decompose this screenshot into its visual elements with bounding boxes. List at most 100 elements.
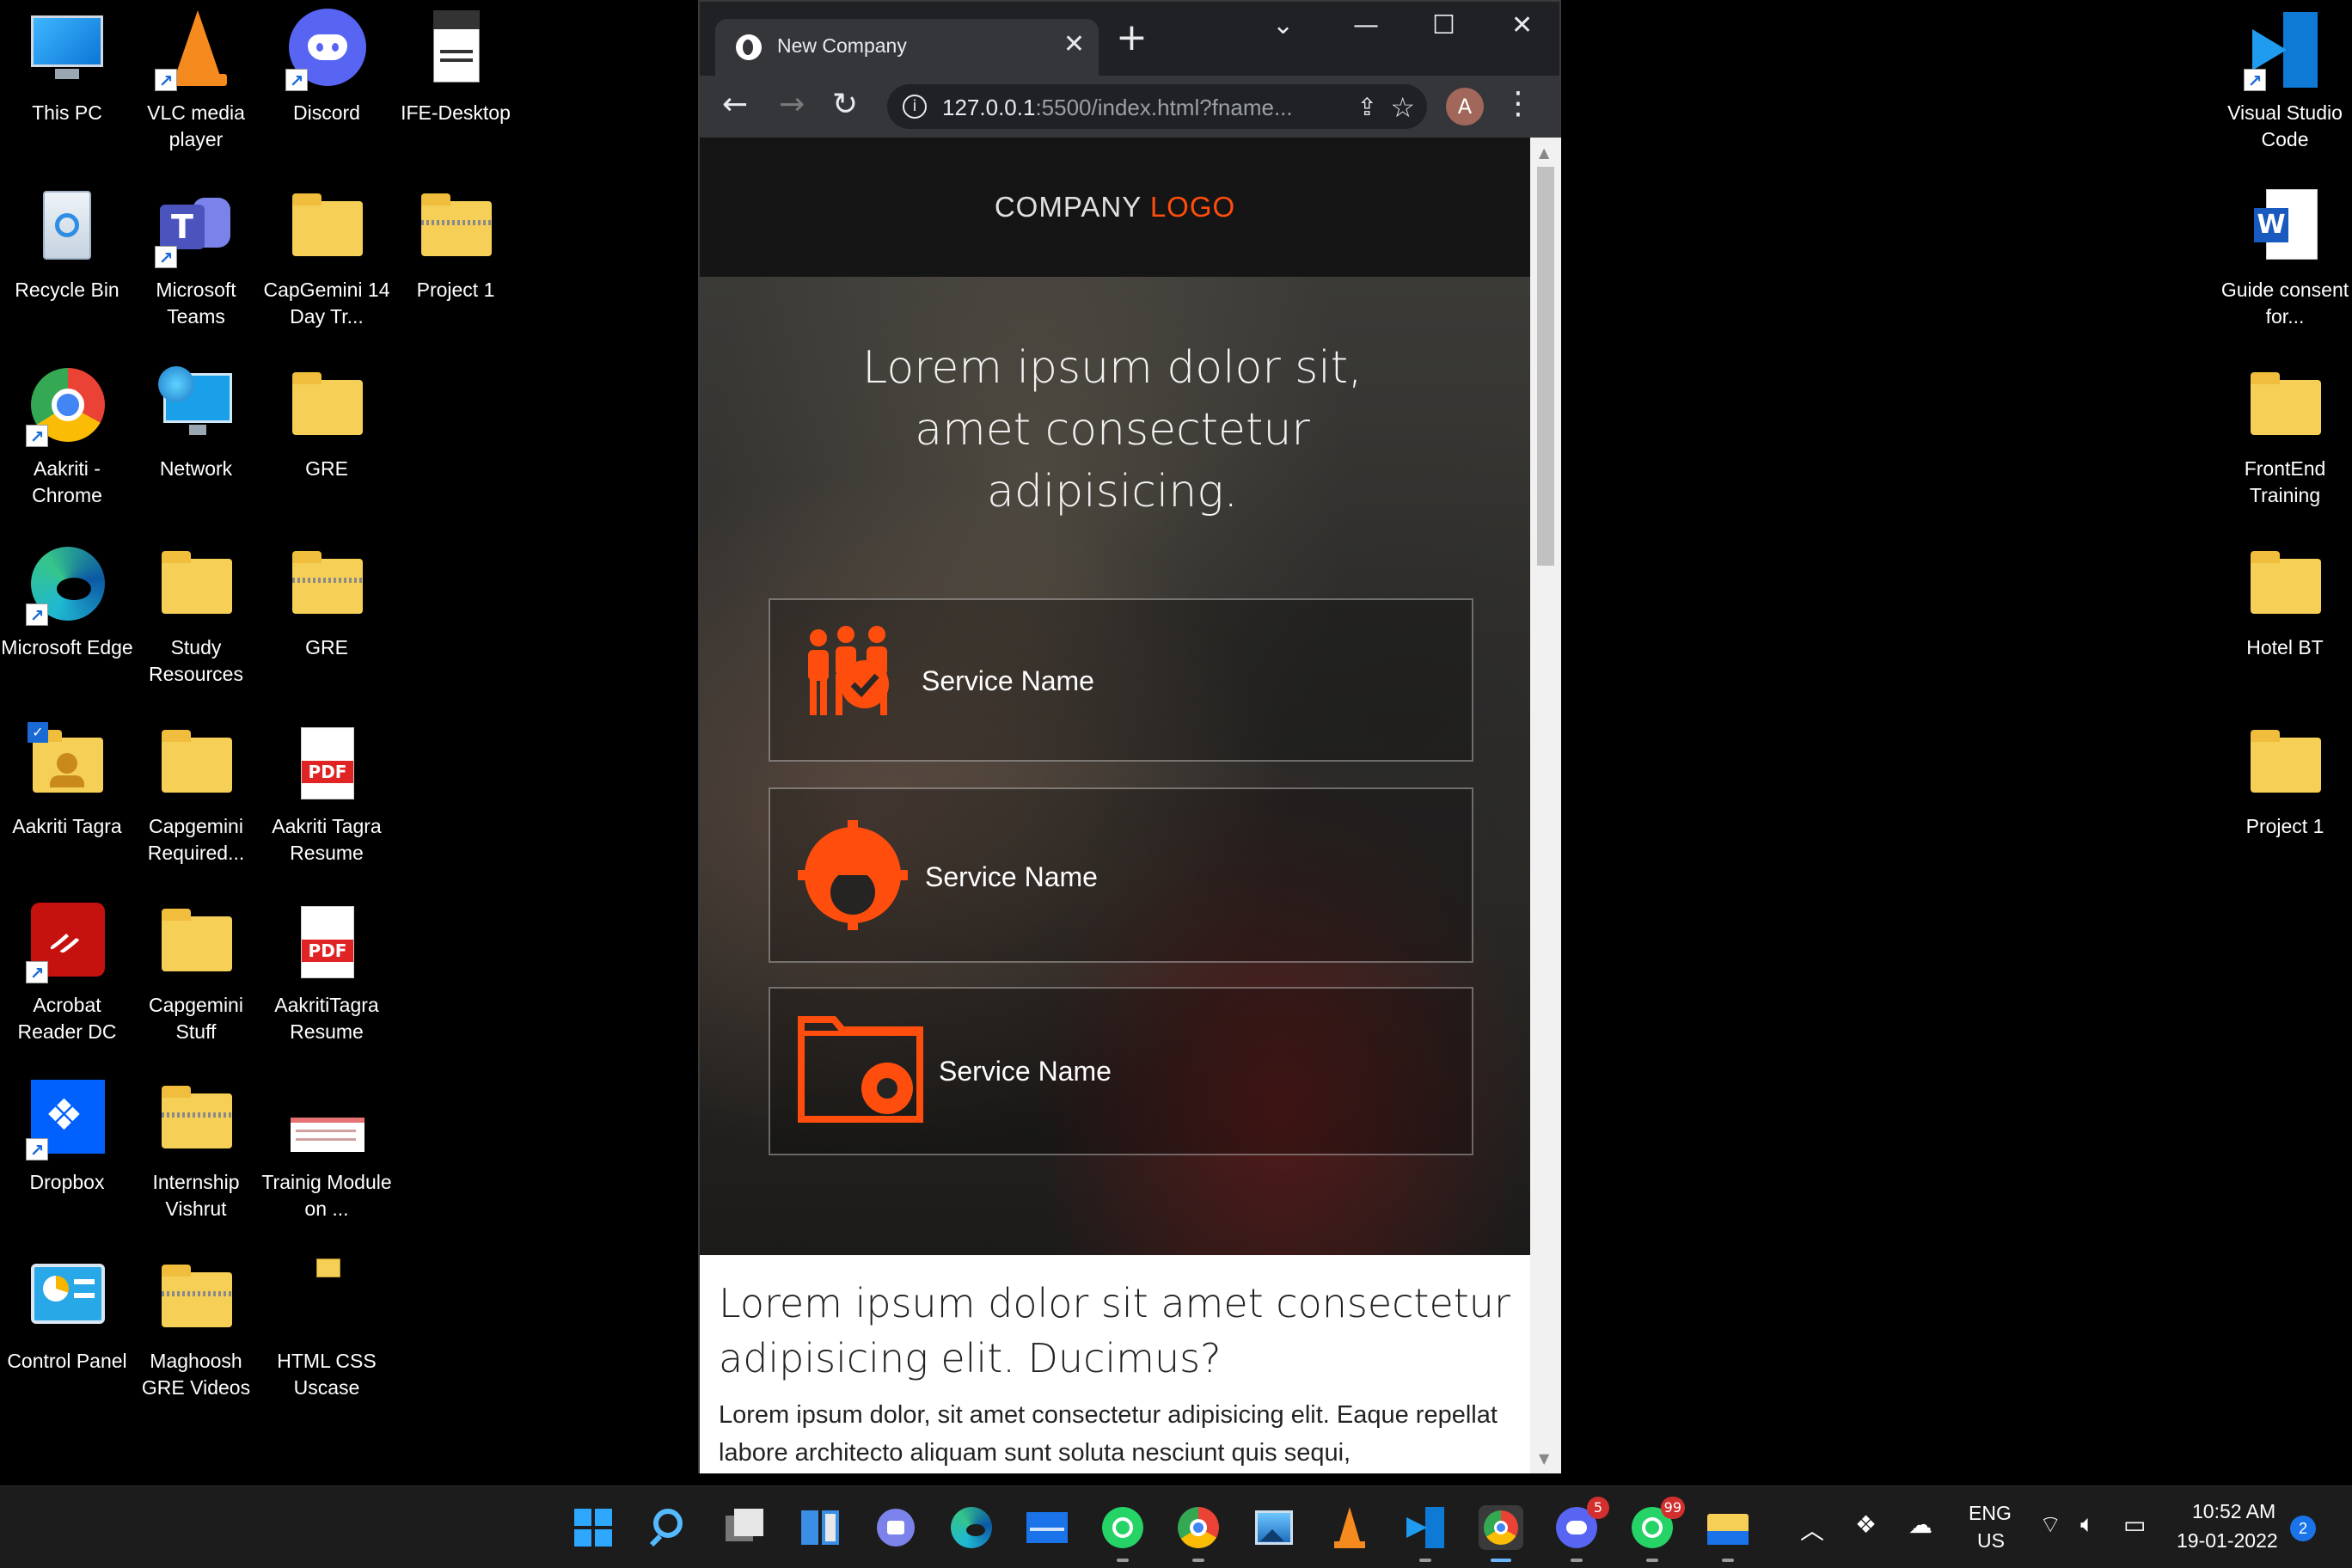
folder-icon: [155, 722, 237, 805]
desktop-icon-discord[interactable]: ↗ Discord: [260, 9, 394, 126]
desktop-icon-internship-vishrut[interactable]: Internship Vishrut: [129, 1078, 263, 1222]
scrollbar-thumb[interactable]: [1537, 167, 1554, 566]
scroll-down-arrow-icon[interactable]: ▼: [1539, 1450, 1549, 1467]
user-folder-icon: ✓: [26, 722, 108, 805]
desktop-icon-capgemini-stuff[interactable]: Capgemini Stuff: [129, 901, 263, 1045]
desktop-icon-control-panel[interactable]: Control Panel: [0, 1257, 134, 1375]
site-info-icon[interactable]: i: [903, 95, 927, 119]
shortcut-arrow-icon: ↗: [155, 69, 177, 91]
browser-menu-icon[interactable]: ⋮: [1503, 86, 1534, 121]
desktop-icon-network[interactable]: Network: [129, 364, 263, 482]
desktop-icon-recycle-bin[interactable]: Recycle Bin: [0, 186, 134, 303]
desktop-icon-gre[interactable]: GRE: [260, 364, 394, 482]
desktop-icon-capgemini-required[interactable]: Capgemini Required...: [129, 722, 263, 867]
maximize-button[interactable]: ☐: [1432, 10, 1455, 40]
shortcut-arrow-icon: ↗: [285, 69, 308, 91]
scroll-up-arrow-icon[interactable]: ▲: [1539, 144, 1549, 161]
profile-avatar[interactable]: A: [1446, 88, 1484, 126]
volume-icon[interactable]: 🔈︎: [2080, 1510, 2095, 1539]
minimize-button[interactable]: —: [1353, 10, 1379, 40]
vlc-taskbar-icon[interactable]: [1327, 1505, 1372, 1550]
dropbox-tray-icon[interactable]: ❖: [1855, 1510, 1877, 1539]
desktop-icon-dropbox[interactable]: ❖ ↗ Dropbox: [0, 1078, 134, 1196]
desktop-icon-hotel-bt[interactable]: Hotel BT: [2218, 543, 2352, 661]
back-arrow-icon[interactable]: ←: [722, 88, 748, 122]
whatsapp-beta-taskbar-icon[interactable]: 99: [1630, 1497, 1685, 1562]
desktop-icon-maghoosh-gre-videos[interactable]: Maghoosh GRE Videos: [129, 1257, 263, 1401]
close-tab-icon[interactable]: ✕: [1063, 29, 1085, 59]
battery-icon[interactable]: ▭: [2123, 1510, 2146, 1539]
url-text[interactable]: 127.0.0.1:5500/index.html?fname...: [942, 95, 1293, 121]
desktop-icon-capgemini-14-day[interactable]: CapGemini 14 Day Tr...: [260, 186, 394, 330]
desktop-icon-label: Maghoosh GRE Videos: [141, 1350, 251, 1399]
content-heading: Lorem ipsum dolor sit amet consectetur a…: [719, 1280, 1510, 1381]
bookmark-star-icon[interactable]: ☆: [1390, 91, 1415, 124]
desktop-icon-aakriti-tagra[interactable]: ✓ Aakriti Tagra: [0, 722, 134, 840]
chrome-profile-taskbar-icon[interactable]: [1479, 1505, 1523, 1562]
mail-icon[interactable]: [1025, 1505, 1069, 1550]
forward-arrow-icon[interactable]: →: [779, 88, 805, 122]
desktop-icon-project-1[interactable]: Project 1: [2218, 722, 2352, 840]
desktop-icon-aakriti-chrome[interactable]: ↗ Aakriti - Chrome: [0, 364, 134, 509]
desktop-icon-aakriti-tagra-resume[interactable]: PDF Aakriti Tagra Resume: [260, 722, 394, 867]
desktop-icon-this-pc[interactable]: This PC: [0, 9, 134, 126]
shortcut-arrow-icon: ↗: [155, 246, 177, 268]
page-scrollbar[interactable]: ▲ ▼: [1530, 138, 1561, 1473]
company-logo[interactable]: COMPANY LOGO: [700, 191, 1530, 224]
tab-search-chevron-icon[interactable]: ⌄: [1272, 10, 1294, 40]
desktop-icon-microsoft-teams[interactable]: T ↗ Microsoft Teams: [129, 186, 263, 330]
desktop-icon-label: Microsoft Edge: [1, 636, 133, 658]
keyboard-layout-indicator[interactable]: US: [1977, 1529, 2005, 1553]
tab-new-company[interactable]: New Company ✕: [715, 19, 1099, 76]
desktop-icon-study-resources[interactable]: Study Resources: [129, 543, 263, 688]
photos-icon[interactable]: [1252, 1505, 1296, 1550]
share-icon[interactable]: ⇪: [1357, 93, 1377, 121]
edge-taskbar-icon[interactable]: [949, 1505, 994, 1550]
vscode-taskbar-icon[interactable]: [1403, 1505, 1448, 1562]
desktop-icon-label: IFE-Desktop: [401, 101, 511, 124]
reload-icon[interactable]: ↻: [832, 88, 858, 122]
clock-date[interactable]: 19-01-2022: [2177, 1529, 2278, 1553]
desktop-icon-frontend-training[interactable]: FrontEnd Training: [2218, 364, 2352, 509]
content-paragraph: Lorem ipsum dolor, sit amet consectetur …: [719, 1401, 1498, 1467]
new-tab-button[interactable]: +: [1116, 19, 1148, 57]
discord-taskbar-icon[interactable]: 5: [1554, 1497, 1609, 1562]
clock-time[interactable]: 10:52 AM: [2192, 1500, 2275, 1523]
onedrive-cloud-icon[interactable]: ☁: [1908, 1510, 1932, 1539]
whatsapp-icon[interactable]: [1100, 1505, 1145, 1562]
task-view-icon[interactable]: [722, 1505, 767, 1550]
service-card[interactable]: Service Name: [769, 598, 1473, 762]
desktop-icon-html-css-uscase[interactable]: HTML CSS Uscase: [260, 1257, 394, 1401]
whatsapp-notification-badge: 99: [1660, 1497, 1685, 1519]
vlc-cone-icon: ↗: [155, 9, 237, 91]
service-card[interactable]: Service Name: [769, 987, 1473, 1155]
service-card[interactable]: Service Name: [769, 787, 1473, 963]
chrome-taskbar-icon[interactable]: [1176, 1505, 1221, 1562]
language-indicator[interactable]: ENG: [1969, 1502, 2012, 1525]
desktop-icon-gre-zip[interactable]: GRE: [260, 543, 394, 661]
show-hidden-icons-chevron-icon[interactable]: ︿: [1800, 1512, 1824, 1547]
desktop-icon-microsoft-edge[interactable]: ↗ Microsoft Edge: [0, 543, 134, 661]
chat-icon[interactable]: [873, 1505, 918, 1550]
wifi-icon[interactable]: ⌔: [2039, 1510, 2061, 1540]
start-windows-icon[interactable]: [571, 1505, 616, 1550]
file-thumbnail-icon: [414, 9, 497, 91]
desktop-icon-guide-consent[interactable]: W Guide consent for...: [2218, 186, 2352, 330]
close-window-button[interactable]: ✕: [1511, 10, 1533, 40]
search-icon[interactable]: [646, 1505, 691, 1550]
desktop-icon-vscode[interactable]: ↗ Visual Studio Code: [2218, 9, 2352, 153]
desktop-icon-project-1-zip[interactable]: Project 1: [389, 186, 523, 303]
file-explorer-icon[interactable]: [1706, 1505, 1750, 1562]
desktop-icon-ife-desktop[interactable]: IFE-Desktop: [389, 9, 523, 126]
desktop-icon-aakritiTagra-resume[interactable]: PDF AakritiTagra Resume: [260, 901, 394, 1045]
address-bar[interactable]: i 127.0.0.1:5500/index.html?fname... ⇪ ☆: [887, 84, 1427, 129]
edge-icon: ↗: [26, 543, 108, 626]
desktop-icon-acrobat-reader[interactable]: ᨀ ↗ Acrobat Reader DC: [0, 901, 134, 1045]
widgets-icon[interactable]: [798, 1505, 842, 1550]
notification-center-badge[interactable]: 2: [2290, 1516, 2316, 1541]
desktop-icon-training-module[interactable]: Trainig Module on ...: [260, 1078, 394, 1222]
desktop-icon-label: Recycle Bin: [15, 279, 119, 301]
discord-icon: ↗: [285, 9, 368, 91]
running-indicator: [1419, 1559, 1431, 1562]
desktop-icon-vlc[interactable]: ↗ VLC media player: [129, 9, 263, 153]
